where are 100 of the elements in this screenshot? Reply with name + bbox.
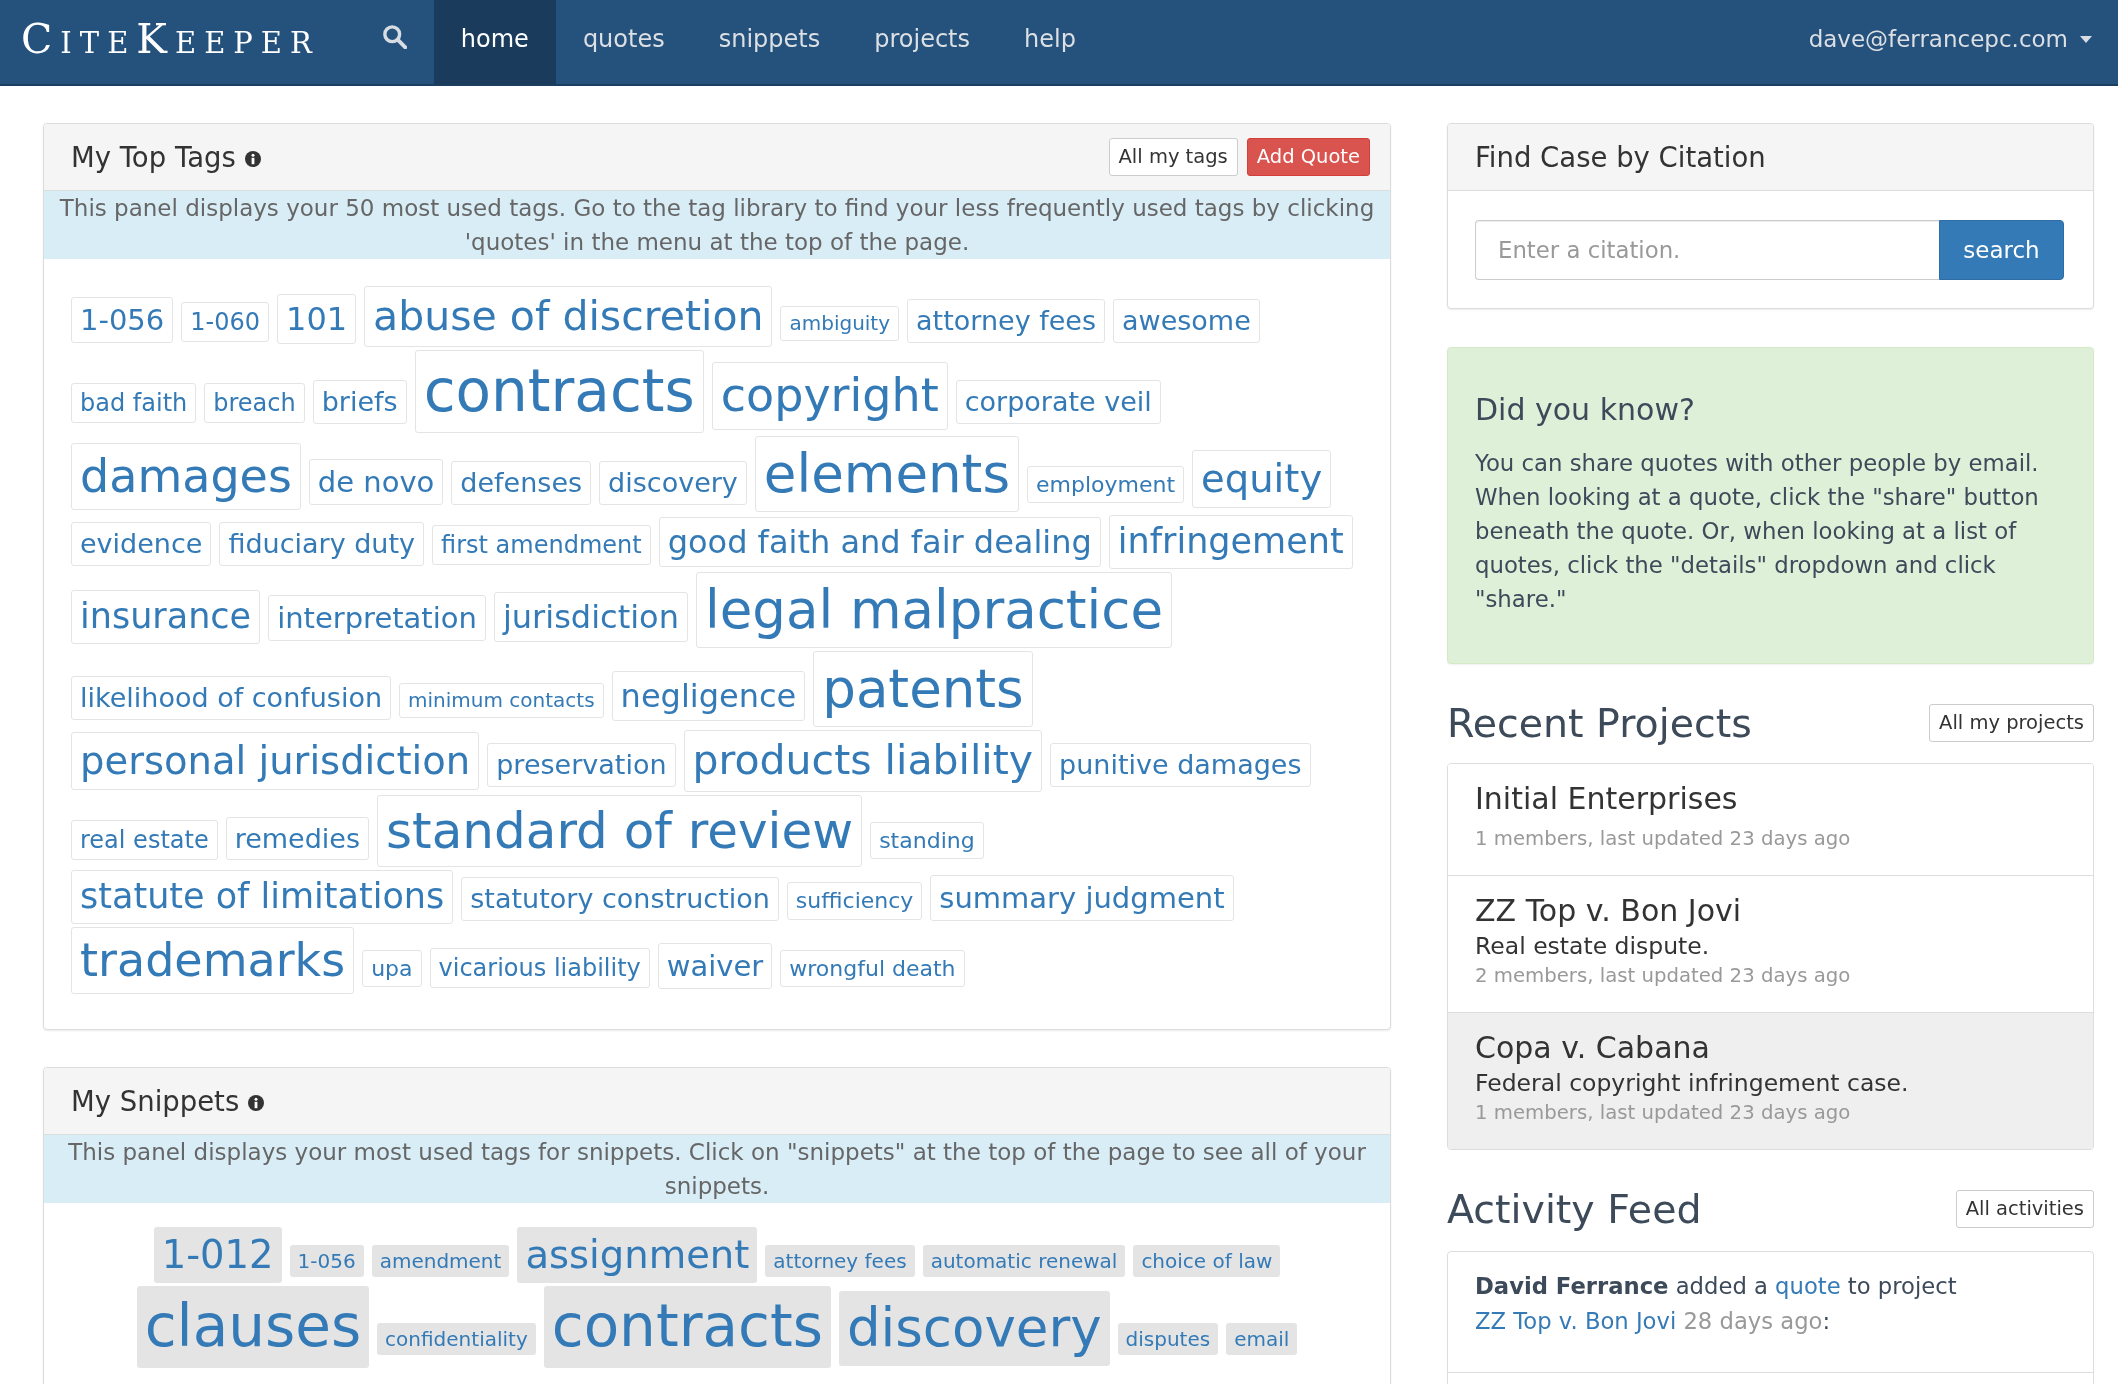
panel-button[interactable]: All my tags xyxy=(1108,137,1238,177)
tag-link[interactable]: interpretation xyxy=(268,594,486,641)
panel-title: My Top Tags xyxy=(71,141,236,173)
tag-link[interactable]: likelihood of confusion xyxy=(71,676,392,720)
nav-link[interactable]: snippets xyxy=(691,0,848,84)
tag-link[interactable]: defenses xyxy=(451,460,592,505)
tag-link[interactable]: 1-056 xyxy=(71,297,174,344)
tag-link[interactable]: amendment xyxy=(371,1245,510,1278)
project-meta: 1 members, last updated 23 days ago xyxy=(1475,1100,1852,1126)
tag-link[interactable]: briefs xyxy=(312,380,407,424)
info-icon xyxy=(248,1095,265,1112)
tag-link[interactable]: punitive damages xyxy=(1050,743,1311,787)
quote-link[interactable]: quote xyxy=(1775,1273,1841,1299)
tag-link[interactable]: remedies xyxy=(225,816,370,861)
tag-link[interactable]: statute of limitations xyxy=(71,870,454,924)
tag-link[interactable]: equity xyxy=(1192,449,1332,508)
project-name: Initial Enterprises xyxy=(1475,780,1739,818)
project-description: Real estate dispute. xyxy=(1475,931,1711,961)
all-projects-button[interactable]: All my projects xyxy=(1929,703,2094,743)
project-link[interactable]: ZZ Top v. Bon Jovi xyxy=(1475,1308,1677,1334)
project-description: Federal copyright infringement case. xyxy=(1475,1068,1910,1098)
tag-link[interactable]: waiver xyxy=(657,942,773,989)
tag-link[interactable]: disputes xyxy=(1117,1323,1219,1356)
tag-link[interactable]: preservation xyxy=(487,743,676,787)
info-notice: This panel displays your most used tags for snippets. Click on "snippets" at the top of the page to see all of your snippets. xyxy=(44,1135,1390,1204)
tag-link[interactable]: elements xyxy=(754,435,1019,512)
tag-link[interactable]: email xyxy=(1226,1323,1298,1356)
tag-link[interactable]: attorney fees xyxy=(907,299,1105,343)
tag-link[interactable]: infringement xyxy=(1108,515,1353,569)
tag-link[interactable]: discovery xyxy=(838,1291,1110,1367)
tag-link[interactable]: bad faith xyxy=(71,383,197,424)
panel-title: My Snippets xyxy=(71,1085,240,1118)
tag-link[interactable]: choice of law xyxy=(1133,1245,1281,1278)
tag-link[interactable]: insurance xyxy=(71,589,261,644)
tag-link[interactable]: 101 xyxy=(277,294,357,344)
tag-link[interactable]: assignment xyxy=(517,1227,758,1284)
tag-link[interactable]: clauses xyxy=(136,1286,370,1368)
info-notice: This panel displays your 50 most used tags. Go to the tag library to find your less frequently used tags by clicking 'quotes' in the menu at the top of the page. xyxy=(44,191,1390,259)
tag-link[interactable]: copyright xyxy=(711,362,948,430)
search-icon[interactable] xyxy=(381,23,407,49)
tag-link[interactable]: good faith and fair dealing xyxy=(658,517,1101,567)
tag-link[interactable]: de novo xyxy=(308,458,444,505)
tag-link[interactable]: wrongful death xyxy=(780,949,965,988)
tag-link[interactable]: standing xyxy=(870,821,984,859)
tag-link[interactable]: discovery xyxy=(599,460,747,505)
tag-link[interactable]: automatic renewal xyxy=(922,1245,1126,1278)
info-icon xyxy=(244,151,261,167)
tag-link[interactable]: breach xyxy=(204,383,305,424)
tag-link[interactable]: 1-012 xyxy=(153,1227,282,1284)
user-menu[interactable]: dave@ferrancepc.com xyxy=(1808,0,2092,84)
nav-link[interactable]: home xyxy=(433,0,556,84)
tag-link[interactable]: standard of review xyxy=(377,794,863,867)
project-meta: 1 members, last updated 23 days ago xyxy=(1475,826,1852,852)
tag-link[interactable]: negligence xyxy=(611,671,806,721)
nav-link[interactable]: quotes xyxy=(555,0,692,84)
section-heading: Recent Projects xyxy=(1447,699,1752,747)
project-meta: 2 members, last updated 23 days ago xyxy=(1475,963,1852,989)
tag-link[interactable]: confidentiality xyxy=(377,1323,536,1356)
tag-link[interactable]: minimum contacts xyxy=(399,683,604,718)
tag-link[interactable]: evidence xyxy=(71,522,212,566)
tag-link[interactable]: statutory construction xyxy=(461,877,779,921)
activity-text: David Ferrance added a quote to project ZZ Top v. Bon Jovi 28 days ago: xyxy=(1475,1272,1958,1336)
tag-link[interactable]: 1-056 xyxy=(289,1245,364,1278)
tag-link[interactable]: awesome xyxy=(1113,299,1260,343)
panel-button[interactable]: Add Quote xyxy=(1246,137,1370,177)
tag-link[interactable]: legal malpractice xyxy=(695,571,1173,648)
tag-link[interactable]: personal jurisdiction xyxy=(71,732,480,791)
tag-link[interactable]: corporate veil xyxy=(955,380,1161,424)
tip-text: You can share quotes with other people by email. When looking at a quote, click the "share" button beneath the quote. Or, when looking at a list of quotes, click the "details" dropdown and click "share." xyxy=(1475,449,2040,614)
tag-link[interactable]: ambiguity xyxy=(780,306,900,341)
tag-link[interactable]: jurisdiction xyxy=(493,591,688,642)
tag-link[interactable]: products liability xyxy=(683,730,1043,792)
nav-link[interactable]: projects xyxy=(847,0,998,84)
app-logo[interactable]: CiteKeeper xyxy=(21,15,320,63)
tag-link[interactable]: summary judgment xyxy=(930,875,1234,922)
tag-link[interactable]: real estate xyxy=(71,819,218,860)
tag-link[interactable]: first amendment xyxy=(432,525,651,565)
project-name: ZZ Top v. Bon Jovi xyxy=(1475,892,1743,930)
caret-icon xyxy=(2080,35,2092,43)
tag-link[interactable]: upa xyxy=(362,949,422,988)
citation-field[interactable]: Enter a citation. xyxy=(1475,220,1939,280)
tag-link[interactable]: attorney fees xyxy=(765,1245,915,1278)
tag-link[interactable]: employment xyxy=(1027,465,1185,504)
tag-link[interactable]: patents xyxy=(813,651,1033,728)
tag-link[interactable]: trademarks xyxy=(71,926,355,995)
tag-link[interactable]: abuse of discretion xyxy=(364,286,773,348)
all-activities-button[interactable]: All activities xyxy=(1955,1189,2094,1229)
tag-link[interactable]: 1-060 xyxy=(181,302,270,342)
tag-link[interactable]: contracts xyxy=(414,350,704,433)
nav-link[interactable]: help xyxy=(997,0,1103,84)
project-name: Copa v. Cabana xyxy=(1475,1029,1711,1067)
tag-link[interactable]: sufficiency xyxy=(786,882,923,920)
tag-link[interactable]: contracts xyxy=(543,1286,831,1368)
project-item[interactable]: Copa v. Cabana Federal copyright infringement case. 1 members, last updated 23 days ago xyxy=(1448,1012,2093,1149)
search-button[interactable]: search xyxy=(1939,220,2064,280)
tag-link[interactable]: vicarious liability xyxy=(429,947,650,988)
section-heading: Activity Feed xyxy=(1447,1185,1702,1233)
tip-title: Did you know? xyxy=(1475,393,1696,427)
tag-link[interactable]: damages xyxy=(71,442,301,511)
tag-link[interactable]: fiduciary duty xyxy=(219,522,425,566)
